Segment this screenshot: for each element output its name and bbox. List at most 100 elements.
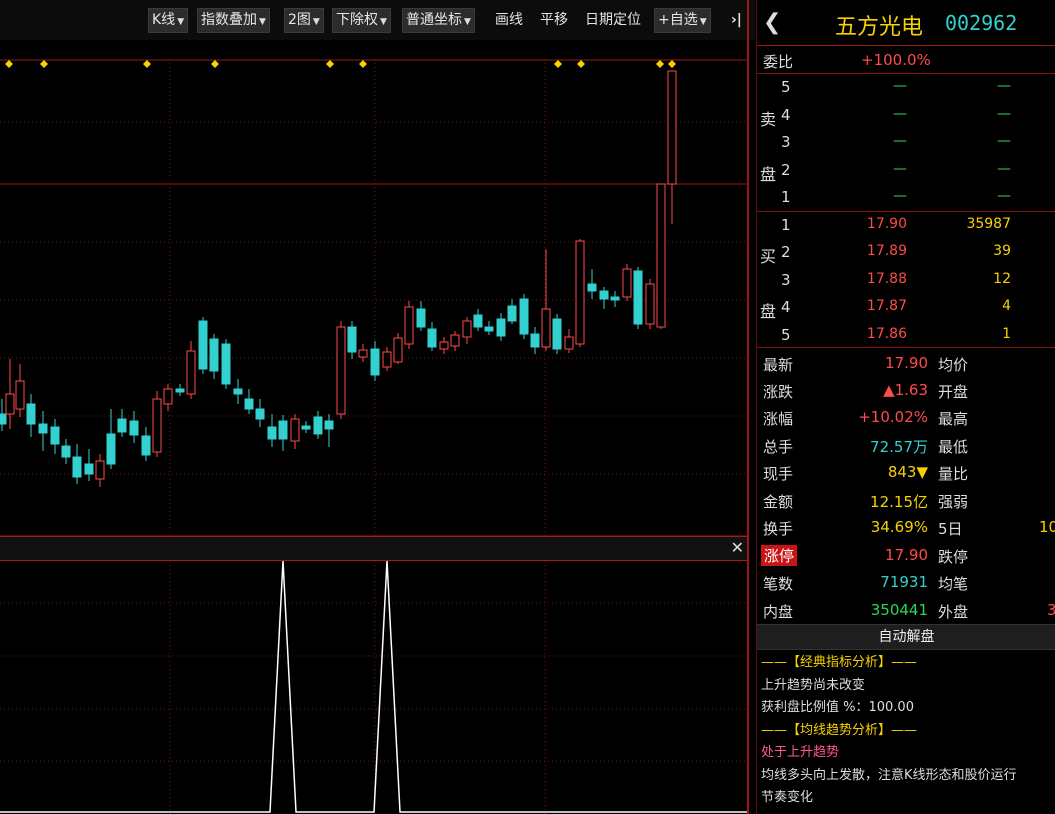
candle-body <box>117 418 127 433</box>
signal-markers <box>5 60 676 68</box>
candle-body <box>622 268 632 298</box>
candle-body <box>347 326 357 353</box>
kline-period-dropdown[interactable]: K线 ▼ <box>148 8 189 33</box>
analysis-line: 节奏变化 <box>761 790 814 805</box>
candle-body <box>439 341 449 350</box>
sell-level: 4 <box>781 106 791 124</box>
candle-body <box>290 418 300 442</box>
candle-body <box>106 433 116 465</box>
auto-analysis-button[interactable]: 自动解盘 <box>757 624 1055 650</box>
stat-value: 350441 <box>870 601 928 619</box>
indicator-line <box>0 561 748 813</box>
chevron-down-icon: ▼ <box>380 17 387 27</box>
coordinate-dropdown[interactable]: 普通坐标 ▼ <box>402 8 475 33</box>
stat-label: 最低 <box>938 438 969 456</box>
stat-value: 72.57万 <box>870 438 928 456</box>
sell-level: 2 <box>781 161 791 179</box>
stat-value: 3 <box>1047 601 1055 619</box>
candle-body <box>507 305 517 322</box>
stat-value: 12.15亿 <box>870 493 928 511</box>
signal-marker <box>656 60 664 68</box>
collapse-panel-icon[interactable]: ›| <box>731 8 742 33</box>
candle-body <box>530 333 540 348</box>
candle-body <box>575 240 585 345</box>
buy-volume: 4 <box>1002 298 1011 314</box>
candle-body <box>72 456 82 478</box>
buy-level: 3 <box>781 271 791 289</box>
add-watchlist-dropdown[interactable]: +自选 ▼ <box>654 8 711 33</box>
candle-body <box>416 308 426 328</box>
sell-volume: — <box>997 78 1011 94</box>
stat-label: 换手 <box>763 520 794 538</box>
commission-ratio-value: +100.0% <box>861 51 931 69</box>
signal-marker <box>326 60 334 68</box>
sell-price: — <box>893 106 907 122</box>
sell-price: — <box>893 133 907 149</box>
candle-body <box>633 270 643 325</box>
adjust-dropdown[interactable]: 下除权 ▼ <box>332 8 391 33</box>
stock-code: 002962 <box>945 11 1018 35</box>
sell-level: 1 <box>781 188 791 206</box>
sell-price: — <box>893 161 907 177</box>
candle-body <box>450 334 460 347</box>
indicator-chart[interactable] <box>0 561 748 814</box>
signal-marker <box>359 60 367 68</box>
buy-volume: 1 <box>1002 326 1011 342</box>
candles <box>0 70 677 487</box>
sell-side-char: 盘 <box>760 165 777 184</box>
candle-body <box>244 398 254 410</box>
candle-body <box>313 416 323 435</box>
candle-body <box>564 336 574 350</box>
stat-value: ▲1.63 <box>883 381 928 399</box>
signal-marker <box>5 60 13 68</box>
chevron-down-icon: ▼ <box>312 17 320 27</box>
signal-marker <box>143 60 151 68</box>
draw-line-button[interactable]: 画线 <box>495 8 523 33</box>
panel-separator <box>747 0 749 814</box>
two-chart-dropdown[interactable]: 2图 ▼ <box>284 8 324 33</box>
candlestick-chart[interactable] <box>0 59 748 537</box>
candle-body <box>473 314 483 328</box>
candle-body <box>370 348 380 376</box>
candle-body <box>233 388 243 395</box>
candle-body <box>209 338 219 372</box>
sell-level: 5 <box>781 78 791 96</box>
buy-level: 5 <box>781 326 791 344</box>
indicator-grid <box>0 561 748 814</box>
limit-up-badge: 涨停 <box>761 545 798 566</box>
adjust-label: 下除权 <box>336 12 378 28</box>
candle-body <box>541 308 551 348</box>
buy-volume: 12 <box>993 271 1011 287</box>
candle-body <box>267 426 277 440</box>
stat-row-limit-up: 涨停 17.90 跌停 <box>757 542 1055 569</box>
back-arrow-icon[interactable]: ❮ <box>763 10 781 35</box>
pan-button[interactable]: 平移 <box>540 8 568 33</box>
candle-body <box>26 403 36 425</box>
date-locate-button[interactable]: 日期定位 <box>585 8 641 33</box>
analysis-line: 处于上升趋势 <box>761 745 840 760</box>
stat-row-inner-outer: 内盘 350441 外盘 3 <box>757 597 1055 624</box>
buy-price: 17.90 <box>866 216 907 232</box>
buy-level: 2 <box>781 243 791 261</box>
stat-label: 强弱 <box>938 493 969 511</box>
buy-price: 17.86 <box>866 326 907 342</box>
sell-price: — <box>893 188 907 204</box>
buy-side-char: 买 <box>760 247 777 266</box>
signal-marker <box>668 60 676 68</box>
buy-volume: 35987 <box>966 216 1011 232</box>
chevron-down-icon: ▼ <box>177 17 185 27</box>
index-overlay-dropdown[interactable]: 指数叠加 ▼ <box>197 8 270 33</box>
candle-body <box>610 296 620 301</box>
stat-row-change-pct: 涨幅 +10.02% 最高 <box>757 404 1055 431</box>
stat-row-amount: 金额 12.15亿 强弱 <box>757 487 1055 514</box>
close-icon[interactable]: ✕ <box>731 538 744 557</box>
quote-header: ❮ 五方光电 002962 <box>757 0 1055 46</box>
stat-row-current-hand: 现手 843▼ 量比 <box>757 459 1055 486</box>
stat-label: 量比 <box>938 465 969 483</box>
chevron-down-icon: ▼ <box>259 17 266 27</box>
candle-body <box>141 435 151 456</box>
stat-value: 17.90 <box>885 546 928 564</box>
signal-marker <box>211 60 219 68</box>
stat-label: 笔数 <box>763 575 794 593</box>
sell-volume: — <box>997 188 1011 204</box>
